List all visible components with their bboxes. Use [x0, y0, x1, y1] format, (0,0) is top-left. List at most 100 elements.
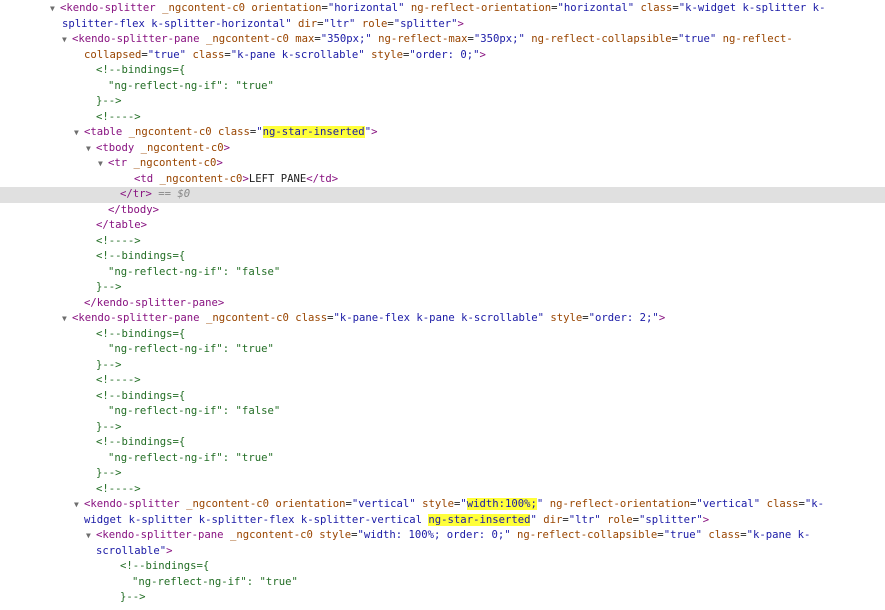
text-token: LEFT PANE	[248, 172, 307, 185]
dom-node-row[interactable]: </tbody>	[0, 203, 885, 219]
tag-token: <tr	[108, 157, 134, 169]
dom-node-row[interactable]: <!---->	[0, 482, 885, 498]
node-markup: ▼ <table _ngcontent-c0 class="ng-star-ins…	[74, 125, 377, 141]
dom-node-row[interactable]: scrollable">	[0, 544, 885, 560]
node-markup: <!--bindings={	[96, 435, 185, 451]
selection-marker: == $0	[151, 188, 191, 200]
attr-name-token: role	[361, 17, 388, 30]
dom-node-row[interactable]: <!---->	[0, 110, 885, 126]
dom-node-row[interactable]: "ng-reflect-ng-if": "true"	[0, 575, 885, 591]
dom-node-row[interactable]: }-->	[0, 280, 885, 296]
dom-node-row[interactable]: ▼ <table _ngcontent-c0 class="ng-star-ins…	[0, 125, 885, 141]
attr-name-token: ng-reflect-orientation	[410, 2, 552, 14]
node-markup: splitter-flex k-splitter-horizontal" dir…	[62, 17, 464, 33]
attr-value-token: "ltr"	[568, 513, 608, 526]
dom-node-row[interactable]: ▼ <kendo-splitter _ngcontent-c0 orientati…	[0, 1, 885, 17]
tag-token: <kendo-splitter-pane	[96, 529, 230, 541]
dom-node-row[interactable]: "ng-reflect-ng-if": "true"	[0, 342, 885, 358]
node-markup: "ng-reflect-ng-if": "true"	[108, 451, 274, 467]
comment-token: <!--bindings={	[96, 436, 186, 448]
tag-token: <kendo-splitter-pane	[72, 33, 206, 45]
dom-node-row[interactable]: ▼ <tr _ngcontent-c0>	[0, 156, 885, 172]
tag-token: >	[702, 513, 710, 526]
dom-node-row[interactable]: }-->	[0, 94, 885, 110]
attr-value-token: "350px;"	[473, 33, 532, 45]
attr-value-token: "	[256, 126, 263, 138]
dom-node-row[interactable]: <!--bindings={	[0, 249, 885, 265]
node-markup: scrollable">	[96, 544, 173, 560]
dom-node-row[interactable]: <!---->	[0, 234, 885, 250]
dom-node-row[interactable]: }-->	[0, 466, 885, 482]
node-markup: "ng-reflect-ng-if": "false"	[108, 265, 280, 281]
dom-node-row[interactable]: </table>	[0, 218, 885, 234]
attr-value-token: "k-pane k-	[746, 529, 811, 541]
search-highlight-token: width:100%;	[466, 498, 537, 510]
tag-token: >	[166, 544, 173, 557]
dom-node-row[interactable]: }-->	[0, 420, 885, 436]
dom-node-row[interactable]: splitter-flex k-splitter-horizontal" dir…	[0, 17, 885, 33]
dom-node-row[interactable]: ▼ <kendo-splitter-pane _ngcontent-c0 styl…	[0, 528, 885, 544]
dom-node-row[interactable]: widget k-splitter k-splitter-flex k-spli…	[0, 513, 885, 529]
dom-node-row[interactable]: ▼ <tbody _ngcontent-c0>	[0, 141, 885, 157]
dom-node-row[interactable]: <td _ngcontent-c0>LEFT PANE</td>	[0, 172, 885, 188]
node-markup: </kendo-splitter-pane>	[84, 296, 224, 312]
attr-name-token: class	[640, 2, 673, 14]
node-markup: ▼ <tbody _ngcontent-c0>	[86, 141, 230, 157]
attr-name-token: _ngcontent-c0 class	[128, 126, 250, 138]
dom-node-row[interactable]: }-->	[0, 358, 885, 374]
comment-token: }-->	[96, 358, 122, 371]
expand-triangle-down-icon[interactable]: ▼	[86, 141, 96, 157]
dom-node-row[interactable]: </kendo-splitter-pane>	[0, 296, 885, 312]
node-markup: <!---->	[96, 373, 141, 389]
node-markup: </tbody>	[108, 203, 159, 219]
dom-node-row[interactable]: collapsed="true" class="k-pane k-scrolla…	[0, 48, 885, 64]
expand-triangle-down-icon[interactable]: ▼	[62, 32, 72, 48]
attr-value-token: widget k-splitter k-splitter-flex k-spli…	[84, 513, 429, 526]
node-markup: <!--bindings={	[96, 63, 185, 79]
dom-node-row[interactable]: <!--bindings={	[0, 559, 885, 575]
tag-token: </tbody>	[108, 203, 160, 216]
expand-triangle-down-icon[interactable]: ▼	[86, 528, 96, 544]
node-markup: }-->	[96, 94, 122, 110]
attr-value-token: "ltr"	[323, 17, 362, 30]
dom-node-row[interactable]: }-->	[0, 590, 885, 606]
tag-token: </kendo-splitter-pane>	[84, 296, 225, 309]
dom-node-row[interactable]: <!--bindings={	[0, 389, 885, 405]
dom-node-row[interactable]: <!--bindings={	[0, 435, 885, 451]
comment-token: "ng-reflect-ng-if": "true"	[132, 575, 298, 588]
attr-value-token: "order: 0;"	[409, 48, 480, 61]
attr-name-token: dir	[298, 17, 318, 30]
dom-node-row[interactable]: "ng-reflect-ng-if": "true"	[0, 451, 885, 467]
dom-node-row[interactable]: <!---->	[0, 373, 885, 389]
attr-name-token: style	[550, 312, 583, 324]
dom-node-row[interactable]: ▼ <kendo-splitter-pane _ngcontent-c0 clas…	[0, 311, 885, 327]
dom-node-row-selected[interactable]: </tr> == $0	[0, 187, 885, 203]
node-markup: <!--bindings={	[96, 327, 185, 343]
expand-triangle-down-icon[interactable]: ▼	[74, 497, 84, 513]
node-markup: collapsed="true" class="k-pane k-scrolla…	[84, 48, 486, 64]
comment-token: "ng-reflect-ng-if": "true"	[108, 79, 274, 92]
attr-name-token: _ngcontent-c0 orientation	[162, 2, 322, 14]
dom-node-row[interactable]: ▼ <kendo-splitter-pane _ngcontent-c0 max=…	[0, 32, 885, 48]
tag-token: <kendo-splitter	[60, 2, 163, 14]
attr-name-token: style	[371, 48, 403, 61]
dom-node-row[interactable]: "ng-reflect-ng-if": "true"	[0, 79, 885, 95]
dom-node-row[interactable]: "ng-reflect-ng-if": "false"	[0, 265, 885, 281]
dom-node-row[interactable]: "ng-reflect-ng-if": "false"	[0, 404, 885, 420]
attr-value-token: "splitter"	[638, 513, 703, 526]
expand-triangle-down-icon[interactable]: ▼	[98, 156, 108, 172]
comment-token: <!---->	[96, 110, 141, 123]
elements-tree[interactable]: ▼ <kendo-splitter _ngcontent-c0 orientati…	[0, 0, 885, 610]
attr-value-token: "order: 2;"	[588, 312, 659, 324]
dom-node-row[interactable]: <!--bindings={	[0, 63, 885, 79]
tag-token: >	[371, 126, 378, 138]
dom-node-row[interactable]: <!--bindings={	[0, 327, 885, 343]
expand-triangle-down-icon[interactable]: ▼	[50, 1, 60, 17]
attr-name-token: dir	[543, 513, 563, 526]
expand-triangle-down-icon[interactable]: ▼	[74, 125, 84, 141]
dom-node-row[interactable]: ▼ <kendo-splitter _ngcontent-c0 orientati…	[0, 497, 885, 513]
node-markup: }-->	[96, 466, 122, 482]
expand-triangle-down-icon[interactable]: ▼	[62, 311, 72, 327]
attr-name-token: ng-reflect-max	[378, 33, 468, 45]
attr-value-token: scrollable"	[96, 544, 167, 557]
